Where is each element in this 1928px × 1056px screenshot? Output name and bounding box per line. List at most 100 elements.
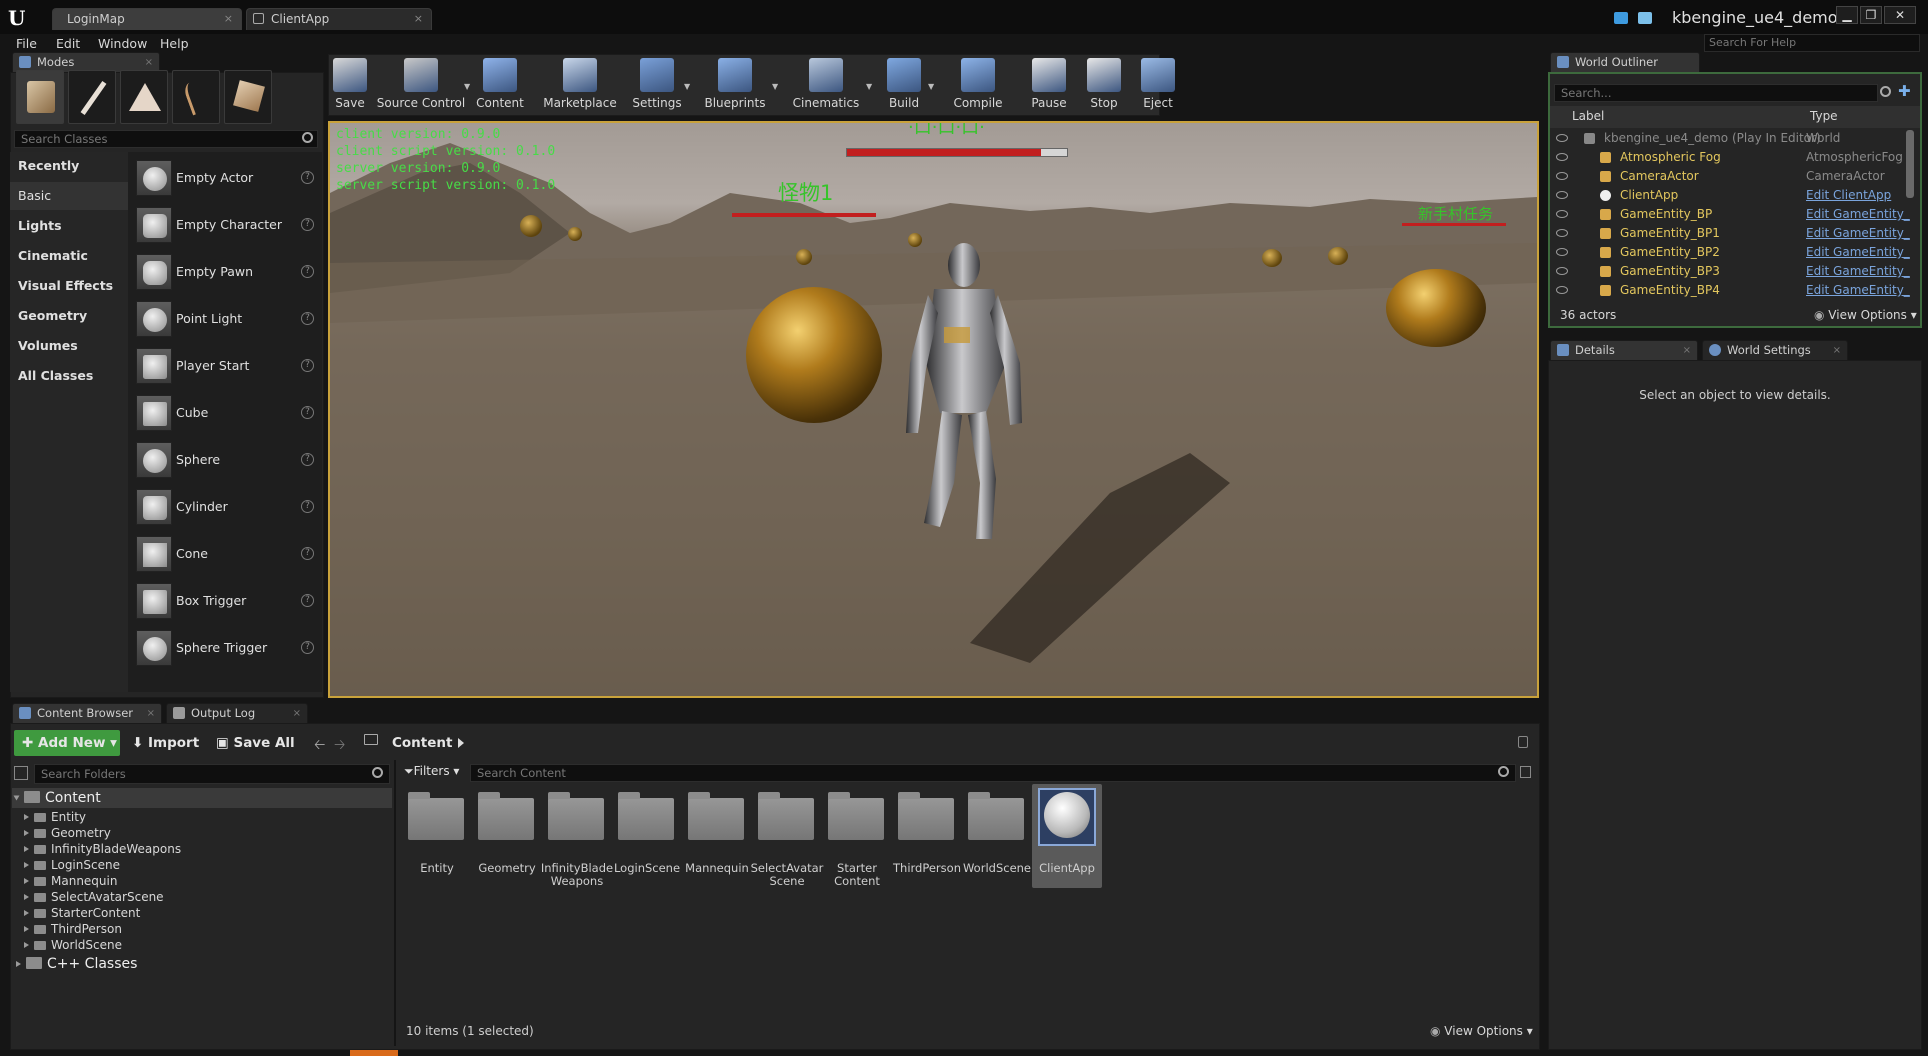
tab-details[interactable]: Details × <box>1550 340 1698 360</box>
tab-clientapp[interactable]: ClientApp × <box>246 8 432 30</box>
asset-folder-thirdperson[interactable]: ThirdPerson <box>892 784 962 888</box>
close-icon[interactable]: × <box>293 704 301 723</box>
outliner-row[interactable]: GameEntity_BP3 Edit GameEntity_ <box>1548 262 1918 281</box>
category-recently-placed[interactable]: Recently Placed <box>10 152 128 201</box>
actor-cone[interactable]: Cone? <box>132 532 322 576</box>
visibility-eye-icon[interactable] <box>1556 210 1568 218</box>
geometry-edit-mode-icon[interactable] <box>224 70 272 124</box>
dropdown-arrow-icon[interactable]: ▼ <box>866 82 872 91</box>
expand-icon[interactable] <box>24 846 29 852</box>
close-button[interactable]: ✕ <box>1884 6 1916 24</box>
add-actor-icon[interactable]: ✚ <box>1898 84 1914 100</box>
actor-type[interactable]: Edit GameEntity_ <box>1806 224 1910 243</box>
landscape-mode-icon[interactable] <box>120 70 168 124</box>
category-geometry[interactable]: Geometry <box>10 302 128 330</box>
build-button[interactable]: Build <box>876 56 932 114</box>
level-viewport[interactable]: client version: 0.9.0 client script vers… <box>328 121 1539 698</box>
source-control-button[interactable]: Source Control <box>374 56 468 114</box>
tree-folder-selectavatarscene[interactable]: SelectAvatarScene <box>24 889 164 905</box>
outliner-row[interactable]: GameEntity_BP Edit GameEntity_ <box>1548 205 1918 224</box>
actor-box-trigger[interactable]: Box Trigger? <box>132 579 322 623</box>
paint-mode-icon[interactable] <box>68 70 116 124</box>
restore-button[interactable]: ❐ <box>1860 6 1882 24</box>
help-icon[interactable]: ? <box>301 453 314 466</box>
tab-loginmap[interactable]: LoginMap × <box>52 8 242 30</box>
menu-help[interactable]: Help <box>160 34 189 54</box>
tab-output-log[interactable]: Output Log × <box>166 703 308 723</box>
category-visual-effects[interactable]: Visual Effects <box>10 272 128 300</box>
asset-folder-geometry[interactable]: Geometry <box>472 784 542 888</box>
expand-icon[interactable] <box>16 961 21 967</box>
lock-icon[interactable] <box>1518 736 1528 748</box>
visibility-eye-icon[interactable] <box>1556 286 1568 294</box>
actor-player-start[interactable]: Player Start? <box>132 344 322 388</box>
tab-modes[interactable]: Modes × <box>12 52 160 72</box>
expand-icon[interactable] <box>24 894 29 900</box>
menu-window[interactable]: Window <box>98 34 147 54</box>
actor-empty-actor[interactable]: Empty Actor? <box>132 156 322 200</box>
actor-empty-character[interactable]: Empty Character? <box>132 203 322 247</box>
tab-world-settings[interactable]: World Settings × <box>1702 340 1848 360</box>
outliner-row[interactable]: GameEntity_BP4 Edit GameEntity_ <box>1548 281 1918 300</box>
expand-icon[interactable] <box>24 862 29 868</box>
column-type[interactable]: Type <box>1810 109 1838 123</box>
outliner-row[interactable]: GameEntity_BP1 Edit GameEntity_ <box>1548 224 1918 243</box>
actor-type[interactable]: Edit GameEntity_ <box>1806 281 1910 300</box>
expand-icon[interactable] <box>24 926 29 932</box>
category-all-classes[interactable]: All Classes <box>10 362 128 390</box>
tree-folder-startercontent[interactable]: StarterContent <box>24 905 140 921</box>
actor-point-light[interactable]: Point Light? <box>132 297 322 341</box>
actor-type[interactable]: Edit ClientApp <box>1806 186 1891 205</box>
visibility-eye-icon[interactable] <box>1556 267 1568 275</box>
asset-folder-starter-content[interactable]: Starter Content <box>822 784 892 888</box>
actor-sphere-trigger[interactable]: Sphere Trigger? <box>132 626 322 670</box>
blueprints-button[interactable]: Blueprints <box>694 56 776 114</box>
tree-folder-geometry[interactable]: Geometry <box>24 825 111 841</box>
asset-clientapp[interactable]: ClientApp <box>1032 784 1102 888</box>
visibility-eye-icon[interactable] <box>1556 153 1568 161</box>
visibility-eye-icon[interactable] <box>1556 229 1568 237</box>
asset-folder-selectavatar-scene[interactable]: SelectAvatar Scene <box>751 784 823 888</box>
marketplace-button[interactable]: Marketplace <box>540 56 620 114</box>
tree-folder-mannequin[interactable]: Mannequin <box>24 873 117 889</box>
asset-folder-entity[interactable]: Entity <box>402 784 472 888</box>
tree-folder-worldscene[interactable]: WorldScene <box>24 937 122 953</box>
save-all-button[interactable]: ▣ Save All <box>216 730 295 756</box>
import-button[interactable]: ⬇ Import <box>132 730 199 756</box>
visibility-eye-icon[interactable] <box>1556 134 1568 142</box>
foliage-mode-icon[interactable] <box>172 70 220 124</box>
search-classes-input[interactable]: Search Classes <box>14 130 318 148</box>
cinematics-button[interactable]: Cinematics <box>782 56 870 114</box>
outliner-row[interactable]: ClientApp Edit ClientApp <box>1548 186 1918 205</box>
asset-folder-worldscene[interactable]: WorldScene <box>962 784 1032 888</box>
tree-folder-entity[interactable]: Entity <box>24 809 86 825</box>
actor-sphere[interactable]: Sphere? <box>132 438 322 482</box>
pause-button[interactable]: Pause <box>1024 56 1074 114</box>
content-button[interactable]: Content <box>474 56 526 114</box>
outliner-row[interactable]: GameEntity_BP2 Edit GameEntity_ <box>1548 243 1918 262</box>
close-icon[interactable]: × <box>1833 341 1841 360</box>
splitter[interactable] <box>394 760 396 1046</box>
help-icon[interactable]: ? <box>301 265 314 278</box>
expand-icon[interactable] <box>24 814 29 820</box>
close-icon[interactable]: × <box>1683 341 1691 360</box>
help-icon[interactable]: ? <box>301 500 314 513</box>
close-icon[interactable]: × <box>224 9 233 29</box>
actor-type[interactable]: Edit GameEntity_ <box>1806 262 1910 281</box>
help-icon[interactable]: ? <box>301 359 314 372</box>
menu-edit[interactable]: Edit <box>56 34 80 54</box>
column-label[interactable]: Label <box>1572 109 1604 123</box>
eject-button[interactable]: Eject <box>1134 56 1182 114</box>
compile-button[interactable]: Compile <box>946 56 1010 114</box>
category-volumes[interactable]: Volumes <box>10 332 128 360</box>
help-icon[interactable]: ? <box>301 406 314 419</box>
help-icon[interactable]: ? <box>301 641 314 654</box>
notification-icon[interactable] <box>1614 12 1628 24</box>
unreal-logo-icon[interactable]: U <box>8 6 32 30</box>
outliner-row[interactable]: CameraActor CameraActor <box>1548 167 1918 186</box>
tree-folder-loginscene[interactable]: LoginScene <box>24 857 120 873</box>
expand-icon[interactable] <box>24 910 29 916</box>
learn-icon[interactable] <box>1638 12 1652 24</box>
asset-folder-mannequin[interactable]: Mannequin <box>682 784 752 888</box>
tree-folder-infinitybladeweapons[interactable]: InfinityBladeWeapons <box>24 841 181 857</box>
